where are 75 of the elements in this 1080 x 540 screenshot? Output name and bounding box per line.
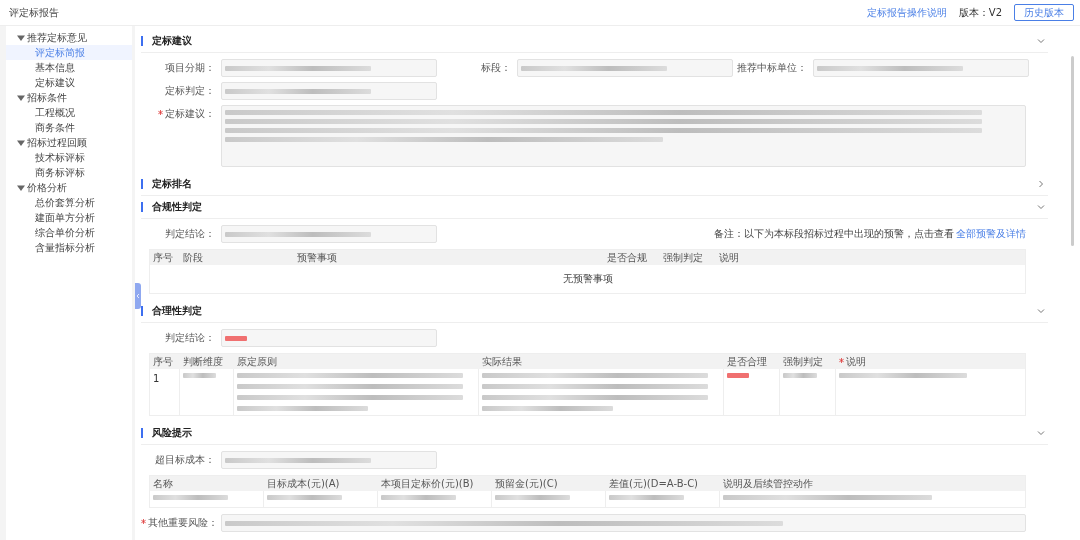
field-label: 推荐中标单位： [736, 61, 808, 75]
field-label: 标段： [480, 61, 512, 75]
section-title: 合规性判定 [152, 200, 202, 214]
field-label: 定标建议： [141, 105, 221, 123]
page-title: 评定标报告 [9, 5, 59, 20]
field-label: 其他重要风险： [141, 514, 221, 532]
section-title: 风险提示 [152, 426, 192, 440]
tree-item[interactable]: 总价套算分析 [6, 195, 132, 210]
column-header: 强制判定 [782, 354, 824, 369]
field-label: 判定结论： [164, 227, 216, 241]
input-field[interactable] [221, 82, 437, 100]
input-field[interactable] [221, 451, 437, 469]
required-icon [839, 357, 844, 363]
alerts-link[interactable]: 全部预警及详情 [956, 228, 1026, 239]
section-title: 定标建议 [152, 34, 192, 48]
column-header: 差值(元)(D=A-B-C) [608, 476, 699, 491]
tree-group[interactable]: 招标过程回顾 [6, 135, 132, 150]
column-header: 名称 [152, 476, 174, 491]
empty-message: 无预警事项 [561, 272, 614, 286]
version-label: 版本：V2 [958, 5, 1002, 20]
chevron-icon[interactable] [1036, 428, 1046, 438]
column-header: 说明 [836, 354, 1025, 369]
collapse-handle[interactable] [135, 283, 141, 309]
column-header: 序号 [152, 354, 174, 369]
tree-item[interactable]: 评定标简报 [6, 45, 132, 60]
text-area[interactable] [221, 105, 1026, 167]
column-header: 是否合规 [605, 250, 648, 265]
column-header: 实际结果 [481, 354, 523, 369]
tree-item[interactable]: 基本信息 [6, 60, 132, 75]
field-label: 项目分期： [164, 61, 216, 75]
column-header: 阶段 [182, 250, 204, 265]
table-cell-text: 1 [153, 373, 161, 384]
note-text: 备注：以下为本标段招标过程中出现的预警，点击查看 全部预警及详情 [714, 227, 1026, 241]
column-header: 本项目定标价(元)(B) [380, 476, 475, 491]
input-field[interactable] [813, 59, 1029, 77]
input-field[interactable] [221, 225, 437, 243]
column-header: 判断维度 [182, 354, 224, 369]
column-header: 是否合理 [726, 354, 768, 369]
tree-item[interactable]: 商务条件 [6, 120, 132, 135]
tree-item[interactable]: 建面单方分析 [6, 210, 132, 225]
tree-group[interactable]: 招标条件 [6, 90, 132, 105]
tree-group[interactable]: 价格分析 [6, 180, 132, 195]
tree-item[interactable]: 商务标评标 [6, 165, 132, 180]
column-header: 强制判定 [661, 250, 704, 265]
tree-group[interactable]: 推荐定标意见 [6, 30, 132, 45]
input-field[interactable] [517, 59, 733, 77]
history-button[interactable]: 历史版本 [1014, 4, 1074, 21]
help-link[interactable]: 定标报告操作说明 [866, 5, 947, 20]
field-label: 超目标成本： [154, 453, 216, 467]
column-header: 预警事项 [296, 250, 338, 265]
chevron-icon[interactable] [1036, 202, 1046, 212]
field-label: 定标判定： [164, 84, 216, 98]
column-header: 预留金(元)(C) [494, 476, 559, 491]
scrollbar-thumb[interactable] [1071, 56, 1074, 246]
section-title: 定标排名 [152, 177, 192, 191]
input-field[interactable] [221, 329, 437, 347]
required-icon [141, 519, 146, 524]
tree-item[interactable]: 定标建议 [6, 75, 132, 90]
section-title: 合理性判定 [152, 304, 202, 318]
tree-item[interactable]: 含量指标分析 [6, 240, 132, 255]
column-header: 序号 [152, 250, 174, 265]
column-header: 目标成本(元)(A) [266, 476, 341, 491]
tree-item[interactable]: 综合单价分析 [6, 225, 132, 240]
input-field[interactable] [221, 514, 1026, 532]
chevron-icon[interactable] [1036, 36, 1046, 46]
column-header: 说明 [717, 250, 740, 265]
column-header: 说明及后续管控动作 [722, 476, 814, 491]
column-header: 原定原则 [236, 354, 278, 369]
field-label: 判定结论： [164, 331, 216, 345]
input-field[interactable] [221, 59, 437, 77]
chevron-icon[interactable] [1036, 306, 1046, 316]
tree-item[interactable]: 技术标评标 [6, 150, 132, 165]
tree-item[interactable]: 工程概况 [6, 105, 132, 120]
required-icon [158, 110, 163, 115]
chevron-icon[interactable] [1036, 179, 1046, 189]
